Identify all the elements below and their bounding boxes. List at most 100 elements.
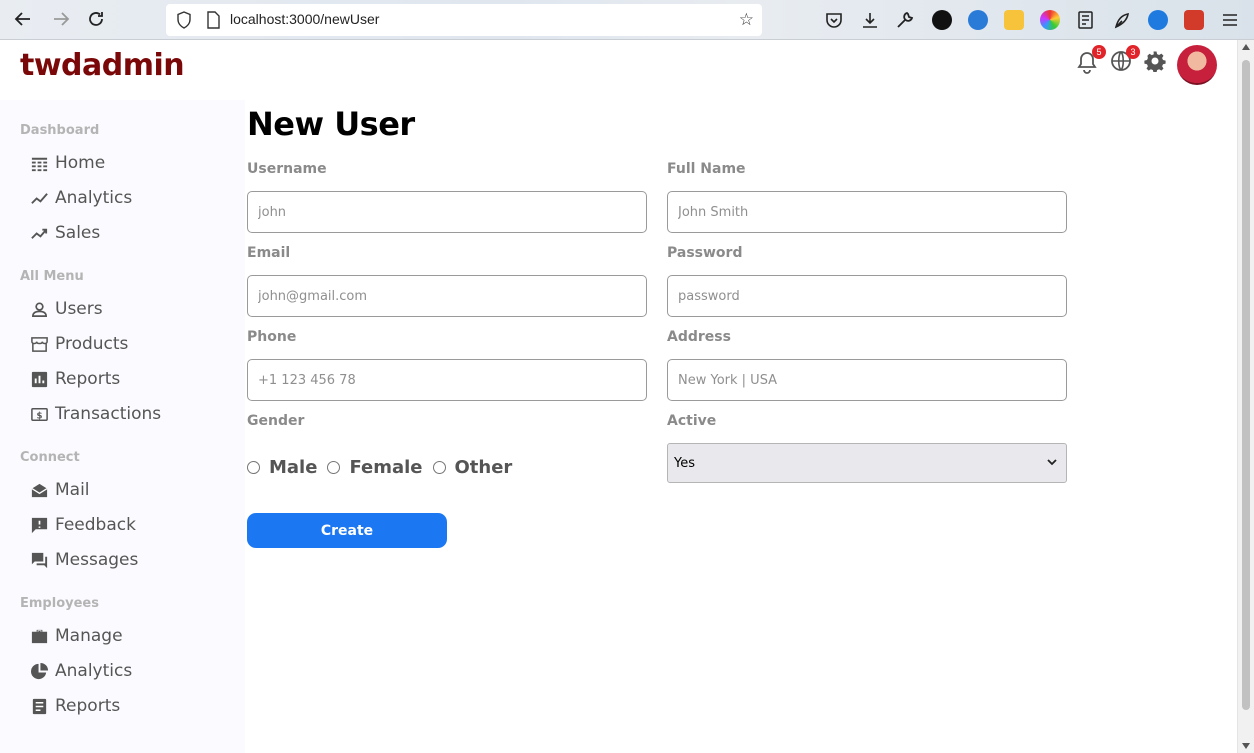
password-input[interactable] (667, 275, 1067, 317)
mail-open-icon (31, 483, 48, 497)
sidebar-item-label: Products (55, 334, 129, 354)
sidebar-item-label: Users (55, 299, 103, 319)
sidebar-item-label: Feedback (55, 515, 136, 535)
svg-text:$: $ (37, 411, 43, 421)
globe-extension-icon[interactable] (968, 10, 988, 30)
color-picker-icon[interactable] (1040, 10, 1060, 30)
phone-input[interactable] (247, 359, 647, 401)
url-text: localhost:3000/newUser (230, 11, 380, 27)
active-select[interactable]: Yes (667, 443, 1067, 483)
email-label: Email (247, 245, 291, 261)
address-input[interactable] (667, 359, 1067, 401)
sidebar-section-title: Dashboard (20, 123, 100, 138)
gender-female-radio[interactable] (327, 461, 341, 474)
scroll-up-icon[interactable] (1242, 44, 1250, 50)
vertical-scrollbar[interactable] (1237, 40, 1254, 753)
language-globe-icon[interactable]: 3 (1110, 45, 1140, 74)
page-icon (206, 11, 220, 33)
fullname-input[interactable] (667, 191, 1067, 233)
user-avatar[interactable] (1177, 45, 1217, 85)
sidebar-item-mail[interactable]: Mail (30, 476, 90, 504)
reload-icon[interactable] (85, 9, 107, 31)
twd-extension-icon[interactable] (932, 10, 952, 30)
browser-toolbar: localhost:3000/newUser ☆ (0, 0, 1254, 40)
download-icon[interactable] (860, 10, 880, 30)
gender-other-label[interactable]: Other (455, 457, 513, 478)
money-icon: $ (31, 407, 48, 421)
app-logo[interactable]: twdadmin (20, 48, 185, 83)
sidebar-item-label: Analytics (55, 661, 133, 681)
sidebar-item-employee-analytics[interactable]: Analytics (30, 657, 132, 685)
back-icon[interactable] (12, 9, 34, 31)
gender-other-radio[interactable] (432, 461, 446, 474)
play-extension-icon[interactable] (1148, 10, 1168, 30)
sidebar-item-home[interactable]: Home (30, 149, 105, 177)
shield-icon (176, 11, 192, 33)
sidebar-item-label: Sales (55, 223, 101, 243)
sidebar-item-transactions[interactable]: $ Transactions (30, 400, 161, 428)
person-icon (31, 301, 48, 317)
sidebar-item-feedback[interactable]: Feedback (30, 511, 136, 539)
page-title: New User (247, 105, 415, 143)
sidebar-item-sales[interactable]: Sales (30, 219, 100, 247)
scrollbar-thumb[interactable] (1242, 60, 1250, 710)
table-rows-icon (31, 157, 48, 171)
trending-up-icon (31, 228, 48, 239)
language-badge: 3 (1126, 45, 1140, 59)
gender-label: Gender (247, 413, 305, 429)
sidebar-item-analytics[interactable]: Analytics (30, 184, 132, 212)
username-input[interactable] (247, 191, 647, 233)
password-label: Password (667, 245, 743, 261)
chevron-down-icon (1047, 459, 1057, 466)
gender-radio-group: Male Female Other (247, 457, 522, 478)
wrench-icon[interactable] (895, 10, 915, 30)
scroll-down-icon[interactable] (1242, 743, 1250, 749)
article-icon (32, 698, 47, 714)
sidebar-section-title: Employees (20, 596, 99, 611)
settings-gear-icon[interactable] (1144, 50, 1168, 74)
sidebar-item-manage[interactable]: Manage (30, 622, 123, 650)
active-select-value: Yes (674, 455, 695, 471)
forward-icon[interactable] (50, 9, 72, 31)
sidebar-section-title: All Menu (20, 269, 84, 284)
gender-male-label[interactable]: Male (269, 457, 317, 478)
notifications-icon[interactable]: 5 (1076, 45, 1106, 74)
sidebar-item-label: Transactions (55, 404, 162, 424)
sidebar: Dashboard Home Analytics Sales All Menu … (0, 100, 245, 753)
bookmark-star-icon[interactable]: ☆ (739, 10, 754, 30)
screen-extension-icon[interactable] (1004, 10, 1024, 30)
create-button[interactable]: Create (247, 513, 447, 548)
sidebar-item-label: Mail (55, 480, 90, 500)
address-label: Address (667, 329, 731, 345)
new-user-form: New User Username Full Name Email Passwo… (247, 100, 1237, 753)
sidebar-item-label: Home (55, 153, 106, 173)
bar-chart-icon (31, 371, 48, 387)
sidebar-item-label: Messages (55, 550, 139, 570)
notes-icon[interactable] (1076, 10, 1096, 30)
feedback-icon (31, 517, 48, 533)
sidebar-item-label: Reports (55, 369, 121, 389)
sidebar-item-employee-reports[interactable]: Reports (30, 692, 120, 720)
hamburger-menu-icon[interactable] (1220, 10, 1240, 30)
sidebar-item-label: Manage (55, 626, 123, 646)
email-input[interactable] (247, 275, 647, 317)
sidebar-item-products[interactable]: Products (30, 330, 128, 358)
sidebar-item-reports[interactable]: Reports (30, 365, 120, 393)
sidebar-section-title: Connect (20, 450, 80, 465)
username-label: Username (247, 161, 327, 177)
address-bar[interactable]: localhost:3000/newUser ☆ (166, 4, 762, 36)
storefront-icon (31, 336, 48, 352)
line-chart-icon (31, 192, 48, 204)
gender-male-radio[interactable] (247, 461, 260, 474)
red-extension-icon[interactable] (1184, 10, 1204, 30)
gender-female-label[interactable]: Female (349, 457, 422, 478)
sidebar-item-messages[interactable]: Messages (30, 546, 138, 574)
fullname-label: Full Name (667, 161, 746, 177)
pocket-icon[interactable] (824, 10, 844, 30)
sidebar-item-label: Analytics (55, 188, 133, 208)
pie-chart-icon (31, 662, 49, 679)
briefcase-icon (31, 629, 48, 643)
sidebar-item-users[interactable]: Users (30, 295, 103, 323)
sidebar-item-label: Reports (55, 696, 121, 716)
feather-icon[interactable] (1112, 10, 1132, 30)
